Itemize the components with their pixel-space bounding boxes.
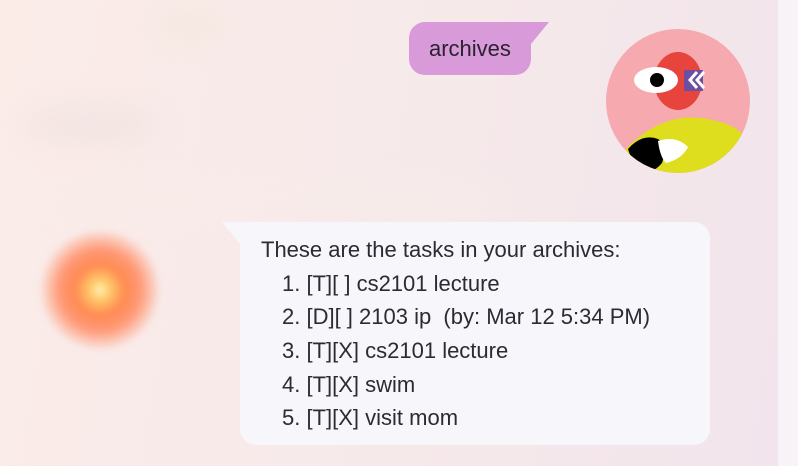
task-item: 2. [D][ ] 2103 ip (by: Mar 12 5:34 PM) [282,304,651,330]
user-message-text: archives [429,35,511,61]
bot-message-intro: These are the tasks in your archives: [261,237,621,262]
user-message-bubble: archives [409,22,549,75]
task-item: 3. [T][X] cs2101 lecture [282,338,509,364]
background-blur [150,10,230,40]
bot-message-bubble: These are the tasks in your archives: 1.… [222,222,710,445]
task-item: 1. [T][ ] cs2101 lecture [282,270,500,296]
task-item: 5. [T][X] visit mom [282,405,459,431]
bird-face-icon [606,29,750,173]
task-item: 4. [T][X] swim [282,371,416,397]
scrollbar-track[interactable] [778,0,798,466]
glowing-orb-icon [40,230,160,350]
background-blur [20,105,160,145]
background-blur [40,180,520,220]
